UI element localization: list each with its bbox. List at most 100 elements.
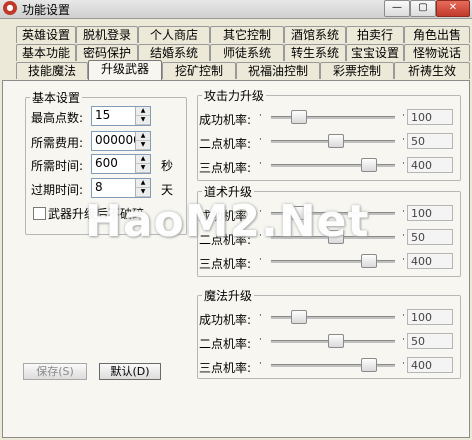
tab-other-control[interactable]: 其它控制 bbox=[210, 26, 284, 43]
rate-slider[interactable]: · · bbox=[259, 356, 405, 374]
spin-up-icon[interactable]: ▲ bbox=[136, 155, 150, 164]
slider-thumb[interactable] bbox=[361, 158, 378, 172]
slider-right-mark: · bbox=[402, 135, 405, 145]
upgrade-group-legend: 魔法升级 bbox=[204, 289, 253, 303]
rate-value-field[interactable]: 100 bbox=[407, 309, 453, 325]
slider-track bbox=[271, 316, 395, 319]
slider-right-mark: · bbox=[402, 311, 405, 321]
slider-thumb[interactable] bbox=[328, 134, 345, 148]
rate-label: 成功机率: bbox=[199, 113, 252, 127]
tab-pet-settings[interactable]: 宝宝设置 bbox=[346, 44, 404, 61]
max-points-value: 15 bbox=[95, 108, 111, 122]
window-title: 功能设置 bbox=[22, 3, 71, 17]
time-value: 600 bbox=[95, 156, 118, 170]
time-unit: 秒 bbox=[161, 159, 174, 173]
tab-hero-settings[interactable]: 英雄设置 bbox=[16, 26, 76, 43]
maximize-button[interactable]: ▢ bbox=[410, 0, 436, 17]
slider-right-mark: · bbox=[402, 207, 405, 217]
tab-upgrade-weapon[interactable]: 升级武器 bbox=[88, 60, 162, 80]
rate-value-field[interactable]: 400 bbox=[407, 157, 453, 173]
tab-lottery-control[interactable]: 彩票控制 bbox=[320, 62, 394, 79]
time-spinner[interactable]: 600 ▲ ▼ bbox=[91, 154, 151, 174]
slider-right-mark: · bbox=[402, 335, 405, 345]
expire-spinner[interactable]: 8 ▲ ▼ bbox=[91, 178, 151, 198]
slider-left-mark: · bbox=[259, 311, 262, 321]
rate-slider[interactable]: · · bbox=[259, 252, 405, 270]
tab-basic-functions[interactable]: 基本功能 bbox=[16, 44, 76, 61]
slider-left-mark: · bbox=[259, 335, 262, 345]
app-icon: ● bbox=[3, 1, 17, 15]
max-points-spinner[interactable]: 15 ▲ ▼ bbox=[91, 106, 151, 126]
cost-value: 000000 bbox=[95, 133, 141, 147]
spin-down-icon[interactable]: ▼ bbox=[136, 116, 150, 125]
rate-value-field[interactable]: 100 bbox=[407, 109, 453, 125]
title-bar: ● 功能设置 — ▢ ✕ bbox=[0, 0, 472, 19]
upgrade-group-legend: 攻击力升级 bbox=[204, 89, 265, 103]
rate-slider[interactable]: · · bbox=[259, 308, 405, 326]
rate-label: 二点机率: bbox=[199, 337, 252, 351]
rate-label: 三点机率: bbox=[199, 257, 252, 271]
tab-blessing-oil-control[interactable]: 祝福油控制 bbox=[236, 62, 320, 79]
spin-down-icon[interactable]: ▼ bbox=[136, 164, 150, 173]
expire-value: 8 bbox=[95, 180, 103, 194]
default-button[interactable]: 默认(D) bbox=[99, 363, 161, 380]
slider-left-mark: · bbox=[259, 359, 262, 369]
rate-value-field[interactable]: 400 bbox=[407, 357, 453, 373]
slider-right-mark: · bbox=[402, 231, 405, 241]
spin-down-icon[interactable]: ▼ bbox=[136, 141, 150, 150]
rate-label: 二点机率: bbox=[199, 137, 252, 151]
rate-value-field[interactable]: 100 bbox=[407, 205, 453, 221]
tab-tavern-system[interactable]: 酒馆系统 bbox=[284, 26, 346, 43]
tab-skill-magic[interactable]: 技能魔法 bbox=[16, 62, 88, 79]
slider-left-mark: · bbox=[259, 255, 262, 265]
slider-right-mark: · bbox=[402, 255, 405, 265]
tab-monster-speech[interactable]: 怪物说话 bbox=[404, 44, 470, 61]
slider-thumb[interactable] bbox=[361, 358, 378, 372]
tab-mentor-system[interactable]: 师徒系统 bbox=[210, 44, 284, 61]
rate-value-field[interactable]: 400 bbox=[407, 253, 453, 269]
slider-left-mark: · bbox=[259, 159, 262, 169]
slider-left-mark: · bbox=[259, 111, 262, 121]
no-break-checkbox[interactable] bbox=[33, 207, 46, 220]
tab-character-sale[interactable]: 角色出售 bbox=[404, 26, 470, 43]
cost-spinner[interactable]: 000000 ▲ ▼ bbox=[91, 131, 151, 151]
watermark: HaoM2.Net bbox=[85, 196, 370, 247]
rate-slider[interactable]: · · bbox=[259, 108, 405, 126]
rate-value-field[interactable]: 50 bbox=[407, 133, 453, 149]
cost-label: 所需费用: bbox=[31, 136, 84, 150]
rate-label: 成功机率: bbox=[199, 313, 252, 327]
rate-label: 三点机率: bbox=[199, 161, 252, 175]
save-button[interactable]: 保存(S) bbox=[23, 363, 87, 380]
slider-right-mark: · bbox=[402, 159, 405, 169]
slider-thumb[interactable] bbox=[328, 334, 345, 348]
rate-slider[interactable]: · · bbox=[259, 132, 405, 150]
tab-auction[interactable]: 拍卖行 bbox=[346, 26, 404, 43]
slider-right-mark: · bbox=[402, 359, 405, 369]
minimize-button[interactable]: — bbox=[384, 0, 410, 17]
time-label: 所需时间: bbox=[31, 159, 84, 173]
spin-up-icon[interactable]: ▲ bbox=[136, 107, 150, 116]
slider-right-mark: · bbox=[402, 111, 405, 121]
tab-prayer-effect[interactable]: 祈祷生效 bbox=[394, 62, 470, 79]
spin-up-icon[interactable]: ▲ bbox=[136, 179, 150, 188]
tab-password-protection[interactable]: 密码保护 bbox=[76, 44, 138, 61]
slider-left-mark: · bbox=[259, 135, 262, 145]
max-points-label: 最高点数: bbox=[31, 111, 84, 125]
slider-thumb[interactable] bbox=[361, 254, 378, 268]
expire-label: 过期时间: bbox=[31, 183, 84, 197]
rate-value-field[interactable]: 50 bbox=[407, 333, 453, 349]
close-button[interactable]: ✕ bbox=[436, 0, 470, 17]
slider-track bbox=[271, 116, 395, 119]
spin-up-icon[interactable]: ▲ bbox=[136, 132, 150, 141]
tab-personal-shop[interactable]: 个人商店 bbox=[138, 26, 210, 43]
rate-slider[interactable]: · · bbox=[259, 332, 405, 350]
slider-thumb[interactable] bbox=[290, 110, 307, 124]
tab-mining-control[interactable]: 挖矿控制 bbox=[162, 62, 236, 79]
tab-rebirth-system[interactable]: 转生系统 bbox=[284, 44, 346, 61]
rate-slider[interactable]: · · bbox=[259, 156, 405, 174]
rate-value-field[interactable]: 50 bbox=[407, 229, 453, 245]
tab-offline-login[interactable]: 脱机登录 bbox=[76, 26, 138, 43]
tab-panel-upgrade-weapon: 基本设置 最高点数: 15 ▲ ▼ 所需费用: 000000 ▲ ▼ 所需时间: 6… bbox=[2, 80, 470, 438]
tab-marriage-system[interactable]: 结婚系统 bbox=[138, 44, 210, 61]
slider-thumb[interactable] bbox=[290, 310, 307, 324]
